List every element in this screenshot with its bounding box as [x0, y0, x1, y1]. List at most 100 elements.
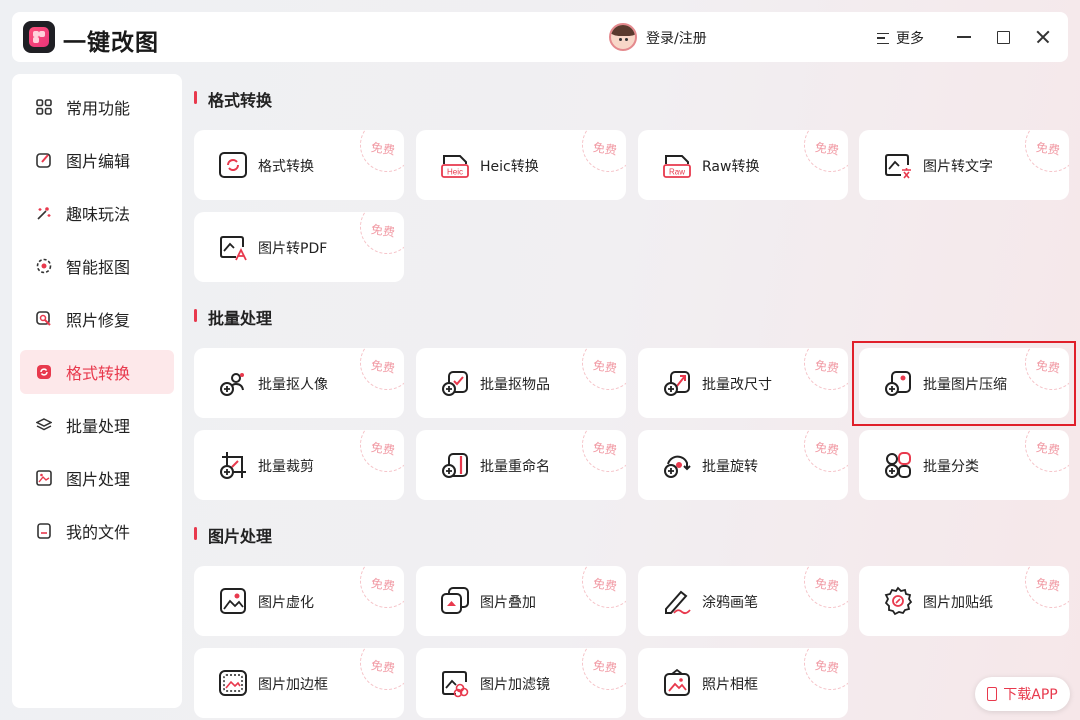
magic-icon — [36, 205, 52, 221]
card-label: Heic转换 — [480, 159, 539, 175]
title-bar: 一键改图 登录/注册 更多 — [12, 12, 1068, 62]
card-sticker[interactable]: 图片加贴纸 免费 — [859, 566, 1069, 636]
batch-crop-icon — [218, 450, 248, 480]
free-badge: 免费 — [1025, 430, 1069, 472]
edit-icon — [36, 152, 52, 168]
card-photo-frame[interactable]: 照片相框 免费 — [638, 648, 848, 718]
convert-icon — [36, 364, 52, 380]
card-label: 图片加贴纸 — [923, 595, 993, 611]
brush-icon — [662, 586, 692, 616]
app-logo-icon — [23, 21, 55, 53]
free-badge: 免费 — [360, 430, 404, 472]
sidebar-item-files[interactable]: 我的文件 — [20, 509, 174, 553]
sidebar: 常用功能 图片编辑 趣味玩法 智能抠图 照片修复 格式转换 批量处理 图片处理 … — [12, 74, 182, 708]
free-badge: 免费 — [804, 566, 848, 608]
sidebar-item-label: 我的文件 — [66, 523, 131, 542]
file-icon — [36, 523, 52, 539]
free-badge: 免费 — [804, 430, 848, 472]
user-avatar[interactable] — [609, 23, 637, 51]
card-image-to-pdf[interactable]: 图片转PDF 免费 — [194, 212, 404, 282]
card-filter[interactable]: 图片加滤镜 免费 — [416, 648, 626, 718]
card-batch-rotate[interactable]: 批量旋转 免费 — [638, 430, 848, 500]
sidebar-item-label: 批量处理 — [66, 417, 131, 436]
more-label: 更多 — [896, 31, 924, 47]
close-button[interactable] — [1031, 25, 1055, 49]
section-title-format: 格式转换 — [194, 87, 272, 111]
batch-resize-icon — [662, 368, 692, 398]
batch-rename-icon — [440, 450, 470, 480]
card-batch-classify[interactable]: 批量分类 免费 — [859, 430, 1069, 500]
sidebar-item-image[interactable]: 图片处理 — [20, 456, 174, 500]
svg-text:Heic: Heic — [447, 168, 463, 177]
card-blur[interactable]: 图片虚化 免费 — [194, 566, 404, 636]
sidebar-item-format[interactable]: 格式转换 — [20, 350, 174, 394]
repair-icon — [36, 311, 52, 327]
card-label: 批量重命名 — [480, 459, 550, 475]
target-icon — [36, 258, 52, 274]
free-badge: 免费 — [804, 648, 848, 690]
heic-icon: Heic — [440, 150, 470, 180]
image-to-text-icon — [883, 150, 913, 180]
image-to-pdf-icon — [218, 232, 248, 262]
card-label: 批量抠人像 — [258, 377, 328, 393]
card-label: 批量抠物品 — [480, 377, 550, 393]
sidebar-item-batch[interactable]: 批量处理 — [20, 403, 174, 447]
download-app-button[interactable]: 下载APP — [975, 677, 1070, 711]
sticker-icon — [883, 586, 913, 616]
minimize-button[interactable] — [952, 25, 976, 49]
card-batch-compress[interactable]: 批量图片压缩 免费 — [859, 348, 1069, 418]
free-badge: 免费 — [804, 130, 848, 172]
card-overlay[interactable]: 图片叠加 免费 — [416, 566, 626, 636]
login-register-link[interactable]: 登录/注册 — [646, 28, 707, 48]
card-brush[interactable]: 涂鸦画笔 免费 — [638, 566, 848, 636]
card-border[interactable]: 图片加边框 免费 — [194, 648, 404, 718]
free-badge: 免费 — [360, 130, 404, 172]
sidebar-item-fun[interactable]: 趣味玩法 — [20, 191, 174, 235]
card-label: 图片虚化 — [258, 595, 314, 611]
raw-icon: Raw — [662, 150, 692, 180]
sidebar-item-label: 智能抠图 — [66, 258, 131, 277]
card-label: 图片转PDF — [258, 241, 328, 257]
card-label: 图片叠加 — [480, 595, 536, 611]
batch-classify-icon — [883, 450, 913, 480]
sidebar-item-common[interactable]: 常用功能 — [20, 85, 174, 129]
filter-icon — [440, 668, 470, 698]
card-batch-portrait-cutout[interactable]: 批量抠人像 免费 — [194, 348, 404, 418]
image-icon — [36, 470, 52, 486]
card-label: 批量图片压缩 — [923, 377, 1007, 393]
layers-icon — [36, 417, 52, 433]
more-menu-button[interactable]: 更多 — [877, 28, 924, 48]
card-label: 图片加滤镜 — [480, 677, 550, 693]
format-convert-icon — [218, 150, 248, 180]
card-raw-convert[interactable]: Raw Raw转换 免费 — [638, 130, 848, 200]
free-badge: 免费 — [360, 348, 404, 390]
free-badge: 免费 — [1025, 348, 1069, 390]
sidebar-item-repair[interactable]: 照片修复 — [20, 297, 174, 341]
card-heic-convert[interactable]: Heic Heic转换 免费 — [416, 130, 626, 200]
card-label: 涂鸦画笔 — [702, 595, 758, 611]
card-batch-object-cutout[interactable]: 批量抠物品 免费 — [416, 348, 626, 418]
sidebar-item-label: 图片处理 — [66, 470, 131, 489]
maximize-button[interactable] — [991, 25, 1015, 49]
sidebar-item-edit[interactable]: 图片编辑 — [20, 138, 174, 182]
phone-icon — [987, 687, 998, 701]
blur-icon — [218, 586, 248, 616]
card-label: 图片转文字 — [923, 159, 993, 175]
card-batch-rename[interactable]: 批量重命名 免费 — [416, 430, 626, 500]
free-badge: 免费 — [582, 130, 626, 172]
batch-compress-icon — [883, 368, 913, 398]
photo-frame-icon — [662, 668, 692, 698]
card-format-convert[interactable]: 格式转换 免费 — [194, 130, 404, 200]
download-app-label: 下载APP — [1003, 687, 1058, 703]
overlay-icon — [440, 586, 470, 616]
card-batch-resize[interactable]: 批量改尺寸 免费 — [638, 348, 848, 418]
free-badge: 免费 — [582, 648, 626, 690]
sidebar-item-cutout[interactable]: 智能抠图 — [20, 244, 174, 288]
sidebar-item-label: 趣味玩法 — [66, 205, 131, 224]
card-image-to-text[interactable]: 图片转文字 免费 — [859, 130, 1069, 200]
card-label: 图片加边框 — [258, 677, 328, 693]
card-batch-crop[interactable]: 批量裁剪 免费 — [194, 430, 404, 500]
card-label: 格式转换 — [258, 159, 314, 175]
section-title-image: 图片处理 — [194, 523, 272, 547]
card-label: 批量改尺寸 — [702, 377, 772, 393]
